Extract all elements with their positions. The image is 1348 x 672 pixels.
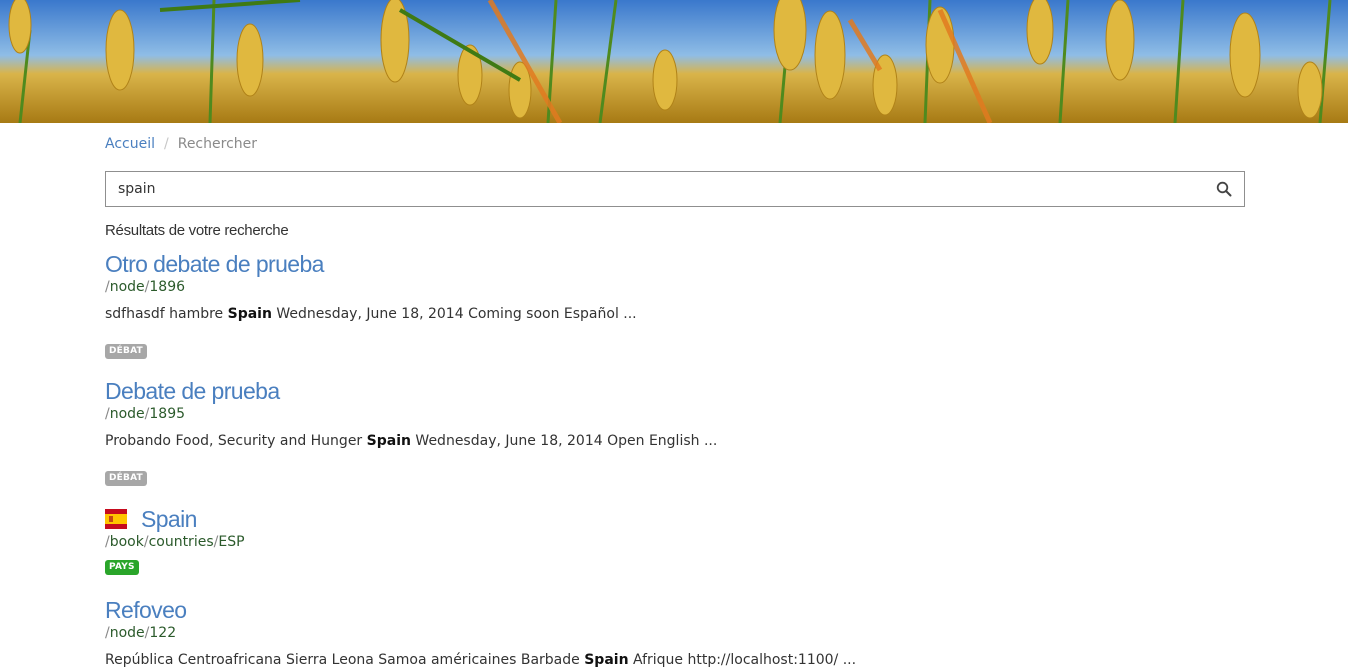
result-type-badge: PAYS xyxy=(105,560,139,575)
url-segment: 122 xyxy=(149,625,177,641)
results-heading: Résultats de votre recherche xyxy=(105,222,289,239)
result-title-link[interactable]: Debate de prueba xyxy=(105,377,1245,405)
snippet-highlight: Spain xyxy=(366,433,411,449)
search-input[interactable] xyxy=(106,172,1196,206)
search-icon[interactable] xyxy=(1216,181,1232,197)
url-segment: node xyxy=(109,279,145,295)
wheat-field-banner xyxy=(0,0,1348,123)
url-segment: countries xyxy=(148,534,214,550)
result-snippet: República Centroafricana Sierra Leona Sa… xyxy=(105,652,857,668)
result-type-badge: DÉBAT xyxy=(105,471,147,486)
breadcrumb-home-link[interactable]: Accueil xyxy=(105,136,155,152)
url-segment: node xyxy=(109,625,145,641)
url-segment: 1895 xyxy=(149,406,186,422)
result-url: /node/122 xyxy=(105,625,177,641)
result-url: /node/1895 xyxy=(105,406,186,422)
result-url: /book/countries/ESP xyxy=(105,534,245,550)
snippet-highlight: Spain xyxy=(584,652,629,668)
breadcrumb-current: Rechercher xyxy=(177,136,258,152)
url-segment: node xyxy=(109,406,145,422)
result-url: /node/1896 xyxy=(105,279,186,295)
breadcrumb: Accueil / Rechercher xyxy=(105,136,257,152)
result-title-link[interactable]: Refoveo xyxy=(105,596,1245,624)
url-segment: ESP xyxy=(218,534,245,550)
search-result: Refoveo /node/122 República Centroafrica… xyxy=(105,596,1245,669)
result-title-link[interactable]: Otro debate de prueba xyxy=(105,250,1245,278)
wheat-illustration xyxy=(0,0,1348,123)
result-snippet: Probando Food, Security and Hunger Spain… xyxy=(105,433,718,449)
result-type-badge: DÉBAT xyxy=(105,344,147,359)
result-snippet: sdfhasdf hambre Spain Wednesday, June 18… xyxy=(105,306,637,322)
search-result: Spain /book/countries/ESP PAYS xyxy=(105,505,1245,575)
url-segment: 1896 xyxy=(149,279,186,295)
spain-flag-icon xyxy=(105,507,127,529)
snippet-highlight: Spain xyxy=(227,306,272,322)
url-segment: book xyxy=(109,534,144,550)
search-result: Debate de prueba /node/1895 Probando Foo… xyxy=(105,377,1245,486)
result-title-text: Spain xyxy=(141,506,197,532)
search-box xyxy=(105,171,1245,207)
search-result: Otro debate de prueba /node/1896 sdfhasd… xyxy=(105,250,1245,359)
result-title-link[interactable]: Spain xyxy=(105,505,1245,533)
breadcrumb-separator: / xyxy=(164,136,169,152)
